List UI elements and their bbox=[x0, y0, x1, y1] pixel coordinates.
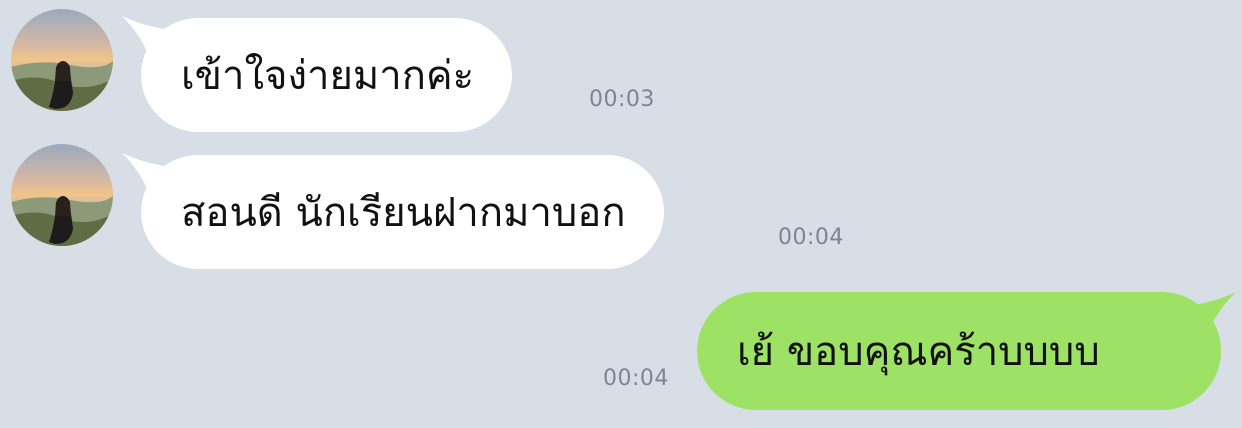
message-timestamp: 00:04 bbox=[778, 225, 844, 250]
incoming-message-bubble[interactable]: เข้าใจง่ายมากค่ะ bbox=[141, 18, 513, 132]
bubble-tail bbox=[1178, 292, 1236, 334]
message-text: เข้าใจง่ายมากค่ะ bbox=[181, 53, 475, 99]
incoming-message-bubble[interactable]: สอนดี นักเรียนฝากมาบอก bbox=[141, 155, 664, 269]
message-timestamp: 00:03 bbox=[589, 87, 655, 112]
bubble-tail bbox=[122, 16, 180, 60]
message-text: เย้ ขอบคุณคร้าบบบบ bbox=[737, 329, 1100, 375]
outgoing-message-bubble[interactable]: เย้ ขอบคุณคร้าบบบบ bbox=[697, 292, 1221, 410]
sender-avatar[interactable] bbox=[11, 144, 113, 246]
message-text: สอนดี นักเรียนฝากมาบอก bbox=[181, 190, 626, 236]
bubble-tail bbox=[122, 153, 180, 197]
message-timestamp: 00:04 bbox=[603, 366, 669, 391]
sender-avatar[interactable] bbox=[11, 9, 113, 111]
